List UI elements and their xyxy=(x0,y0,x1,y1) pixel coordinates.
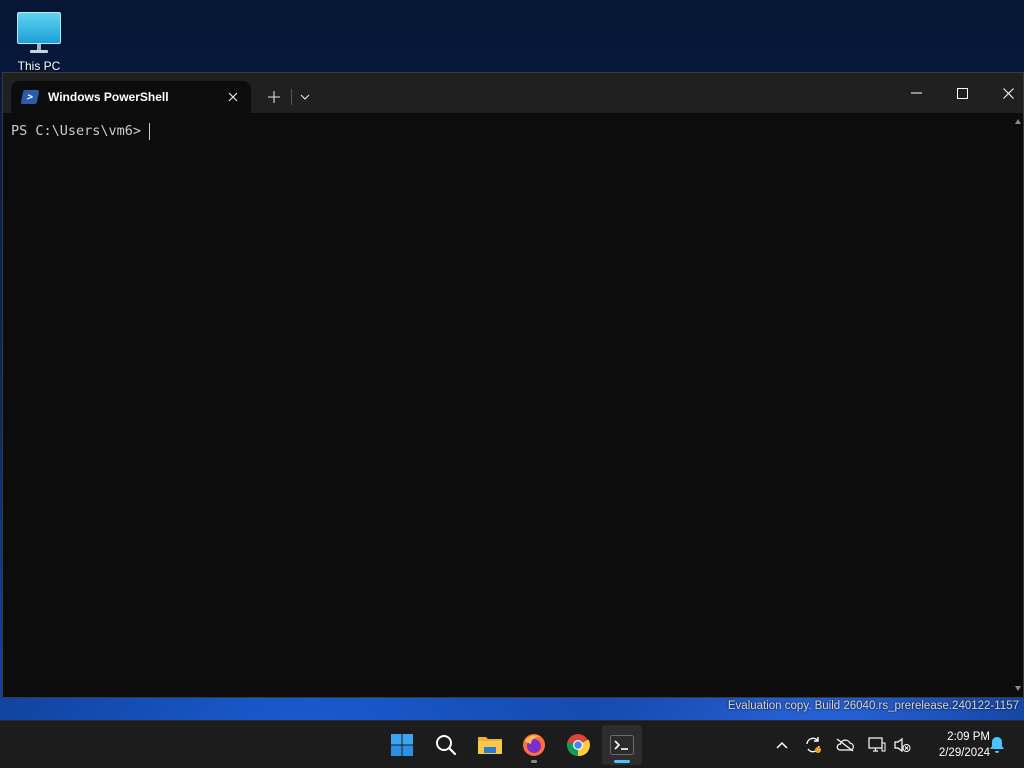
desktop-icon-this-pc[interactable]: This PC xyxy=(10,8,68,74)
show-hidden-icons-button[interactable] xyxy=(770,733,794,757)
new-tab-button[interactable] xyxy=(259,85,289,109)
desktop-icon-label: This PC xyxy=(17,59,61,73)
tab-title: Windows PowerShell xyxy=(48,90,169,104)
cloud-offline-icon xyxy=(836,738,854,752)
monitor-icon xyxy=(17,12,61,44)
network-tray-button[interactable] xyxy=(865,733,889,757)
notifications-button[interactable] xyxy=(985,733,1009,757)
tab-separator xyxy=(291,89,292,105)
plus-icon xyxy=(268,91,280,103)
terminal-taskbar-button[interactable] xyxy=(602,725,642,765)
clock-date: 2/29/2024 xyxy=(938,747,990,759)
volume-tray-button[interactable] xyxy=(890,733,914,757)
chevron-up-icon xyxy=(776,741,788,749)
chrome-icon xyxy=(567,734,590,757)
text-cursor xyxy=(149,123,151,140)
focused-indicator xyxy=(614,760,630,763)
maximize-button[interactable] xyxy=(939,73,985,113)
taskbar: 2:09 PM 2/29/2024 xyxy=(0,720,1024,768)
running-indicator xyxy=(531,760,537,763)
minimize-icon xyxy=(910,92,922,94)
onedrive-tray-button[interactable] xyxy=(833,733,857,757)
tab-close-button[interactable] xyxy=(219,85,247,109)
maximize-icon xyxy=(956,87,968,99)
chrome-button[interactable] xyxy=(558,725,598,765)
search-icon xyxy=(436,735,457,756)
notification-bell-icon xyxy=(990,737,1004,753)
close-icon xyxy=(228,92,238,102)
terminal-icon xyxy=(610,735,634,755)
network-icon xyxy=(868,737,886,752)
evaluation-watermark: Evaluation copy. Build 26040.rs_prerelea… xyxy=(727,700,1019,712)
file-explorer-button[interactable] xyxy=(470,725,510,765)
volume-muted-icon xyxy=(894,737,911,753)
terminal-scrollbar[interactable] xyxy=(1013,113,1023,697)
folder-icon xyxy=(478,737,502,754)
tab-dropdown-button[interactable] xyxy=(293,85,317,109)
sync-tray-button[interactable] xyxy=(801,733,825,757)
close-window-button[interactable] xyxy=(985,73,1024,113)
minimize-button[interactable] xyxy=(893,73,939,113)
close-icon xyxy=(1002,87,1014,99)
firefox-icon xyxy=(523,734,545,756)
terminal-prompt: PS C:\Users\vm6> xyxy=(11,123,142,139)
powershell-icon: > xyxy=(20,90,40,104)
terminal-window: > Windows PowerShell PS C:\Users\vm6> xyxy=(2,72,1024,698)
search-button[interactable] xyxy=(426,725,466,765)
tab-windows-powershell[interactable]: > Windows PowerShell xyxy=(11,81,251,113)
start-button[interactable] xyxy=(382,725,422,765)
windows-start-icon xyxy=(391,734,413,756)
chevron-down-icon xyxy=(300,94,310,100)
terminal-output[interactable]: PS C:\Users\vm6> xyxy=(3,113,1013,697)
window-titlebar[interactable]: > Windows PowerShell xyxy=(3,73,1023,113)
taskbar-clock[interactable]: 2:09 PM 2/29/2024 xyxy=(918,729,990,761)
clock-time: 2:09 PM xyxy=(947,731,990,743)
sync-icon xyxy=(806,737,821,753)
scroll-up-arrow-icon[interactable] xyxy=(1015,119,1021,124)
scroll-down-arrow-icon[interactable] xyxy=(1015,686,1021,691)
firefox-button[interactable] xyxy=(514,725,554,765)
